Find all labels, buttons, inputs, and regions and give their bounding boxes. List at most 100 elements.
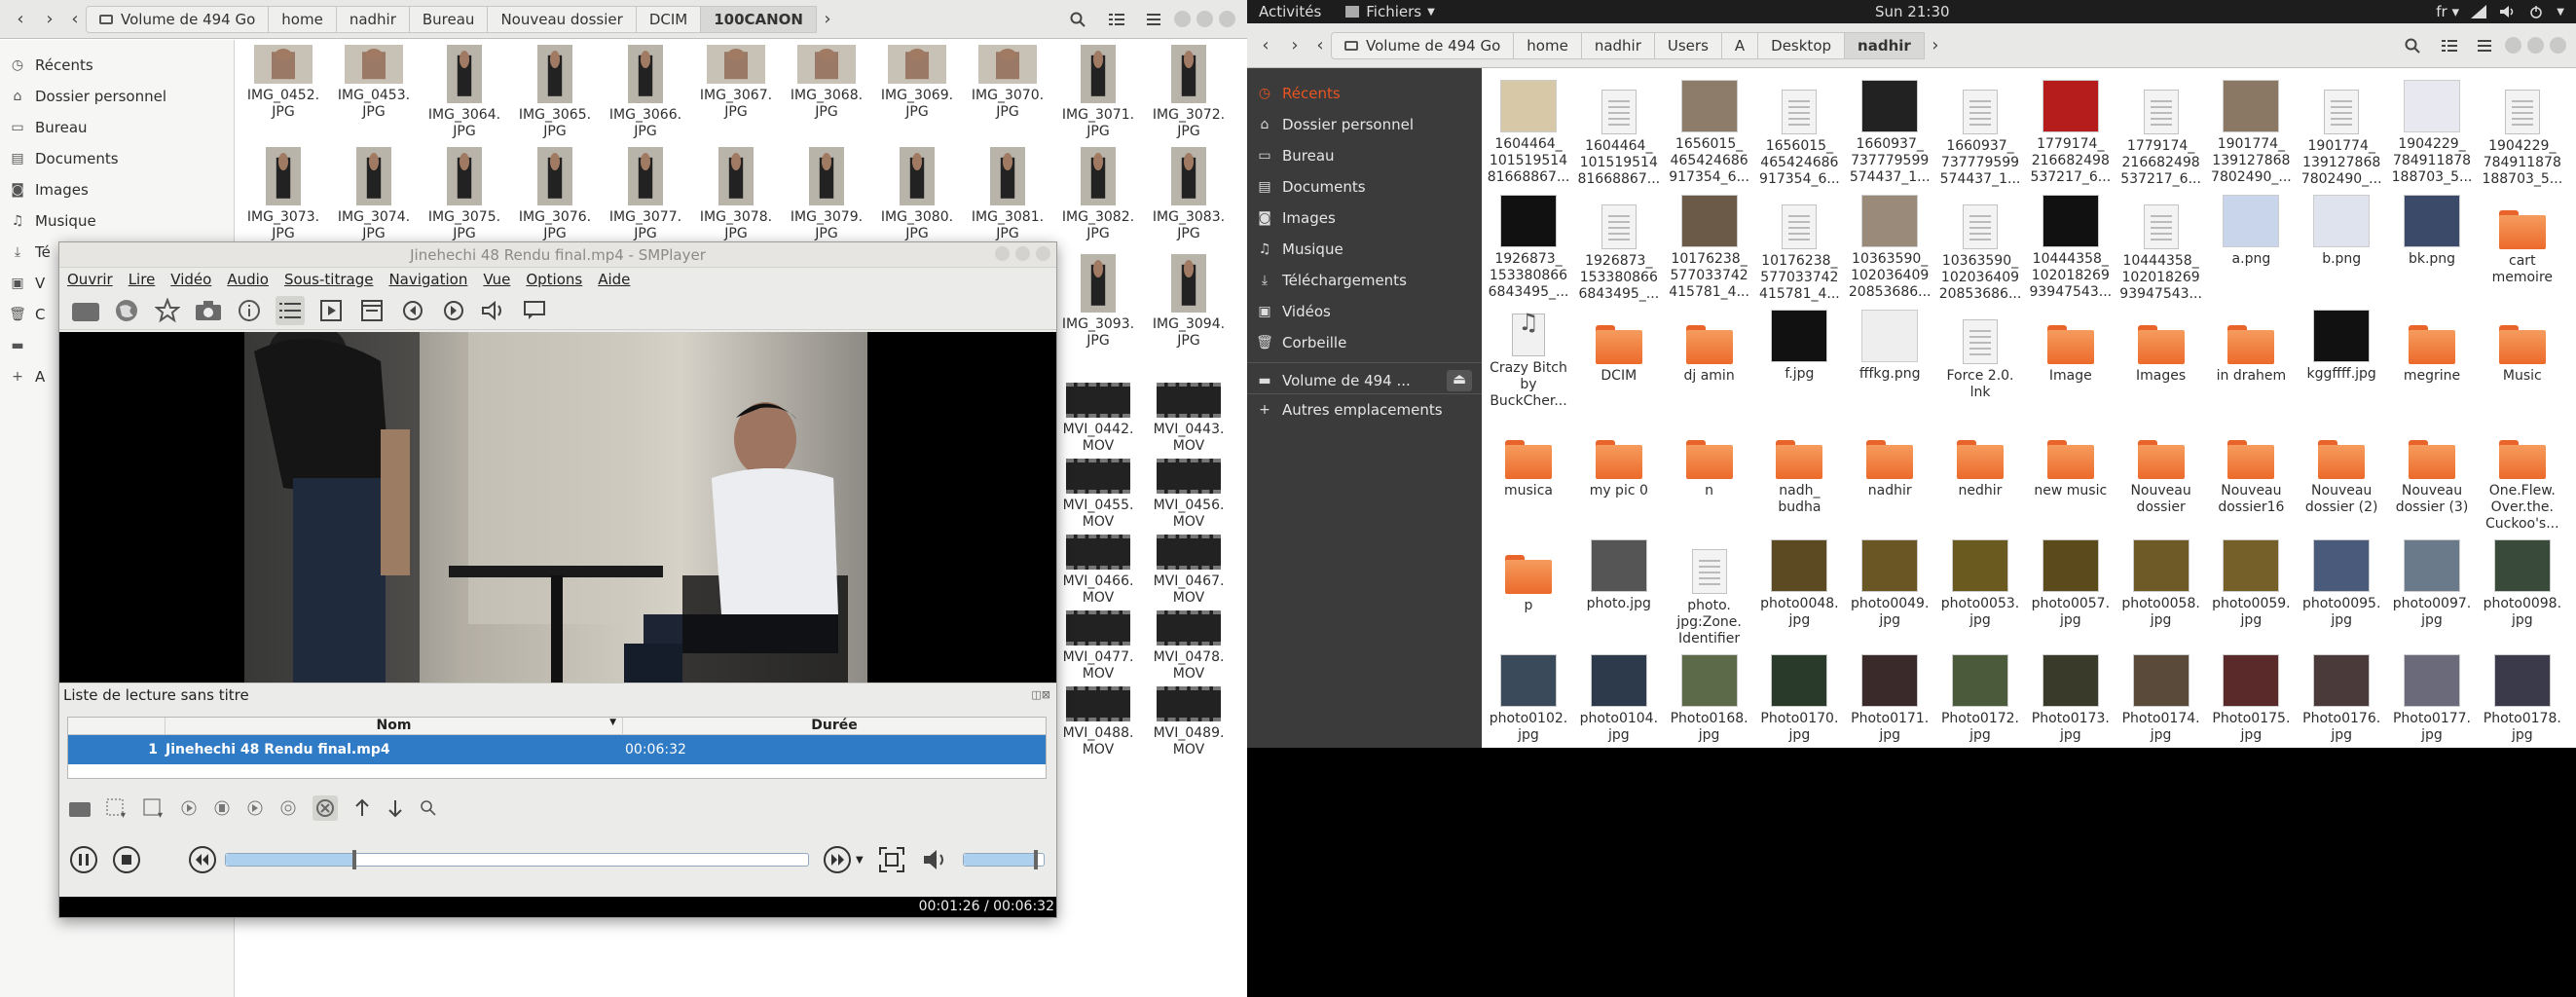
breadcrumb-item[interactable]: Nouveau dossier xyxy=(488,5,637,33)
file-item[interactable]: Photo0175. jpg xyxy=(2206,650,2296,744)
minimize-button[interactable] xyxy=(995,246,1010,261)
open-button[interactable] xyxy=(71,296,100,325)
forward-button[interactable] xyxy=(823,845,852,874)
sidebar-item[interactable]: ▬ Volume de 494 ... ⏏ xyxy=(1247,362,1482,393)
file-item[interactable]: 10176238_ 577033742 415781_4... xyxy=(1665,191,1754,301)
breadcrumb-item[interactable]: nadhir xyxy=(336,5,410,33)
file-item[interactable]: photo0057. jpg xyxy=(2026,535,2116,629)
file-item[interactable]: 1604464_ 101519514 81668867... xyxy=(1574,76,1664,188)
breadcrumb-item[interactable]: Users xyxy=(1654,31,1722,59)
video-file[interactable]: MVI_0478. MOV xyxy=(1144,610,1233,683)
menu-item[interactable]: Vidéo xyxy=(163,271,219,288)
file-item[interactable]: 1901774_ 139127868 7802490_... xyxy=(2206,76,2296,186)
screenshot-button[interactable] xyxy=(194,296,223,325)
folder-item[interactable]: Nouveau dossier (3) xyxy=(2387,421,2477,516)
menu-button[interactable] xyxy=(1139,5,1168,34)
image-file[interactable]: IMG_3076. JPG xyxy=(510,147,600,242)
breadcrumb-item[interactable]: 100CANON xyxy=(701,5,817,33)
breadcrumb-item[interactable]: A xyxy=(1721,31,1759,59)
back-button[interactable]: ‹ xyxy=(1251,31,1280,60)
file-item[interactable]: 10444358_ 102018269 93947543... xyxy=(2116,191,2206,303)
file-item[interactable]: Photo0177. jpg xyxy=(2387,650,2477,744)
path-scroll-left[interactable]: ‹ xyxy=(64,5,86,34)
repeat-icon[interactable] xyxy=(279,799,297,817)
image-file[interactable]: IMG_3074. JPG xyxy=(329,147,419,242)
playlist-float-close[interactable]: ◫⊠ xyxy=(1031,688,1050,701)
play-circle-icon[interactable] xyxy=(180,799,198,817)
sidebar-item[interactable]: ▤ Documents xyxy=(0,143,234,174)
input-language[interactable]: fr ▾ xyxy=(2436,3,2459,20)
video-file[interactable]: MVI_0455. MOV xyxy=(1053,459,1143,531)
folder-item[interactable]: dj amin xyxy=(1665,306,1754,385)
file-item[interactable]: Photo0173. jpg xyxy=(2026,650,2116,744)
folder-item[interactable]: One.Flew. Over.the. Cuckoo's... xyxy=(2478,421,2567,533)
maximize-button[interactable] xyxy=(1196,11,1213,27)
image-file[interactable]: IMG_3081. JPG xyxy=(963,147,1052,242)
folder-item[interactable]: Nouveau dossier xyxy=(2116,421,2206,516)
power-icon[interactable] xyxy=(2529,5,2543,18)
search-button[interactable] xyxy=(2398,31,2427,60)
pause-button[interactable] xyxy=(69,845,98,874)
folder-item[interactable]: new music xyxy=(2026,421,2116,499)
search-button[interactable] xyxy=(1063,5,1092,34)
video-file[interactable]: MVI_0456. MOV xyxy=(1144,459,1233,531)
breadcrumb-item[interactable]: Desktop xyxy=(1758,31,1846,59)
previous-button[interactable] xyxy=(398,296,427,325)
file-item[interactable]: Photo0174. jpg xyxy=(2116,650,2206,744)
file-item[interactable]: photo.jpg xyxy=(1574,535,1664,612)
menu-button[interactable] xyxy=(2470,31,2499,60)
eject-icon[interactable]: ⏏ xyxy=(1447,369,1472,391)
video-file[interactable]: MVI_0467. MOV xyxy=(1144,535,1233,607)
breadcrumb-item[interactable]: Bureau xyxy=(409,5,489,33)
forward-button[interactable]: › xyxy=(35,5,64,34)
folder-item[interactable]: Image xyxy=(2026,306,2116,385)
image-file[interactable]: IMG_0453. JPG xyxy=(329,45,419,121)
file-item[interactable]: photo0095. jpg xyxy=(2297,535,2386,629)
breadcrumb-item[interactable]: Volume de 494 Go xyxy=(86,5,270,33)
activities-button[interactable]: Activités xyxy=(1259,3,1321,20)
file-item[interactable]: 1604464_ 101519514 81668867... xyxy=(1484,76,1573,186)
file-item[interactable]: kggffff.jpg xyxy=(2297,306,2386,383)
menu-item[interactable]: Vue xyxy=(475,271,518,288)
menu-item[interactable]: Sous-titrage xyxy=(276,271,381,288)
mute-button[interactable] xyxy=(920,845,949,874)
view-options-button[interactable] xyxy=(2435,31,2464,60)
back-button[interactable]: ‹ xyxy=(6,5,35,34)
move-down-icon[interactable] xyxy=(386,798,404,818)
info-button[interactable] xyxy=(235,296,264,325)
file-item[interactable]: Photo0178. jpg xyxy=(2478,650,2567,744)
column-name-header[interactable]: Nom ▼ xyxy=(166,718,623,734)
folder-item[interactable]: Nouveau dossier (2) xyxy=(2297,421,2386,516)
file-item[interactable]: 1901774_ 139127868 7802490_... xyxy=(2297,76,2386,188)
file-item[interactable]: 1904229_ 784911878 188703_5... xyxy=(2387,76,2477,186)
image-file[interactable]: IMG_3082. JPG xyxy=(1053,147,1143,242)
image-file[interactable]: IMG_3075. JPG xyxy=(420,147,509,242)
image-file[interactable]: IMG_3073. JPG xyxy=(239,147,328,242)
file-item[interactable]: Photo0172. jpg xyxy=(1935,650,2025,744)
folder-item[interactable]: Images xyxy=(2116,306,2206,385)
image-file[interactable]: IMG_3067. JPG xyxy=(691,45,781,121)
sidebar-item[interactable]: + Autres emplacements xyxy=(1247,393,1482,425)
favorites-button[interactable] xyxy=(153,296,182,325)
file-item[interactable]: photo0053. jpg xyxy=(1935,535,2025,629)
sidebar-item[interactable]: ⌂ Dossier personnel xyxy=(1247,109,1482,140)
view-options-button[interactable] xyxy=(1102,5,1131,34)
image-file[interactable]: IMG_3071. JPG xyxy=(1053,45,1143,140)
minimize-button[interactable] xyxy=(1174,11,1191,27)
folder-item[interactable]: cart memoire xyxy=(2478,191,2567,286)
breadcrumb-item[interactable]: nadhir xyxy=(1581,31,1655,59)
sidebar-item[interactable]: ⌂ Dossier personnel xyxy=(0,81,234,112)
file-item[interactable]: 1656015_ 465424686 917354_6... xyxy=(1754,76,1844,188)
sidebar-item[interactable]: ♫ Musique xyxy=(1247,234,1482,265)
menu-item[interactable]: Navigation xyxy=(381,271,475,288)
file-item[interactable]: photo0058. jpg xyxy=(2116,535,2206,629)
menu-item[interactable]: Aide xyxy=(590,271,638,288)
file-item[interactable]: 1656015_ 465424686 917354_6... xyxy=(1665,76,1754,186)
preferences-button[interactable] xyxy=(357,296,386,325)
image-file[interactable]: IMG_0452. JPG xyxy=(239,45,328,121)
file-item[interactable]: Photo0171. jpg xyxy=(1845,650,1934,744)
volume-icon[interactable] xyxy=(2500,5,2516,18)
file-item[interactable]: Force 2.0. lnk xyxy=(1935,306,2025,401)
playlist-toggle-button[interactable] xyxy=(276,295,305,325)
sidebar-item[interactable]: 🗑 Corbeille xyxy=(1247,327,1482,358)
